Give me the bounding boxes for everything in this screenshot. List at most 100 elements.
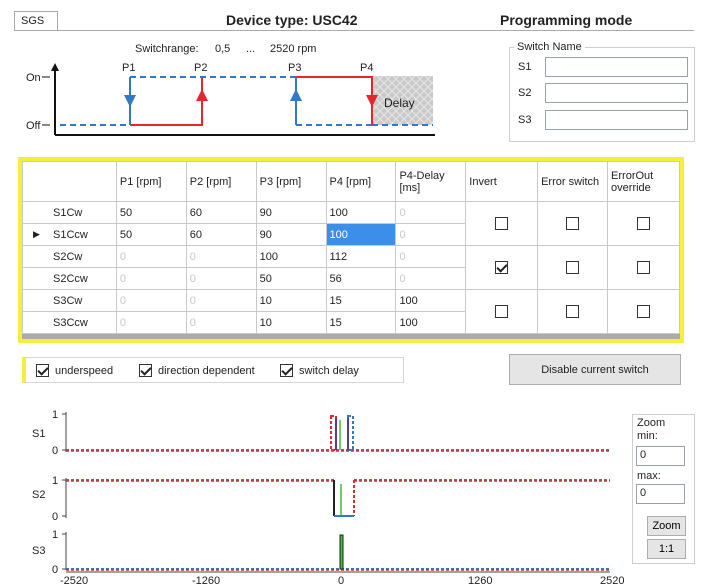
cell-p1[interactable]: 0 xyxy=(115,267,187,290)
col-header-error-switch[interactable]: Error switch xyxy=(537,161,609,202)
cell-p2[interactable]: 0 xyxy=(185,311,257,334)
col-header-invert[interactable]: Invert xyxy=(465,161,539,202)
table-row[interactable]: S1Cw 50 60 90 100 0 xyxy=(22,201,680,246)
table-row[interactable]: S3Cw 0 0 10 15 100 xyxy=(22,289,680,334)
row-header[interactable]: ▶ S1Ccw xyxy=(22,223,117,246)
zoom-max-label: max: xyxy=(637,470,661,482)
switchrange-min: 0,5 xyxy=(215,43,231,55)
zoom-reset-button[interactable]: 1:1 xyxy=(647,539,686,559)
error-switch-checkbox[interactable] xyxy=(566,217,580,230)
table-row[interactable]: S2Cw 0 0 100 112 0 xyxy=(22,245,680,290)
cell-p3[interactable]: 50 xyxy=(255,267,327,290)
col-header-p2[interactable]: P2 [rpm] xyxy=(185,161,257,202)
rise-red-line xyxy=(130,77,203,126)
row-header[interactable]: S2Ccw xyxy=(22,267,117,290)
errorout-override-checkbox[interactable] xyxy=(637,261,651,274)
zoom-min-label: min: xyxy=(637,430,658,442)
cell-errorout-override[interactable] xyxy=(607,245,680,290)
zoom-max-input[interactable]: 0 xyxy=(636,484,685,504)
cell-p1[interactable]: 0 xyxy=(115,289,187,312)
direction-dependent-option[interactable]: direction dependent xyxy=(139,364,255,377)
p2-label: P2 xyxy=(194,62,207,74)
col-header-p4[interactable]: P4 [rpm] xyxy=(325,161,397,202)
cell-p4[interactable]: 15 xyxy=(325,289,397,312)
cell-p3[interactable]: 90 xyxy=(255,223,327,246)
row-header[interactable]: S1Cw xyxy=(22,201,117,224)
cell-p3[interactable]: 100 xyxy=(255,245,327,268)
underspeed-checkbox[interactable] xyxy=(36,364,49,377)
cell-p1[interactable]: 0 xyxy=(115,245,187,268)
p3-label: P3 xyxy=(288,62,301,74)
zoom-button[interactable]: Zoom xyxy=(647,516,686,536)
cell-p2[interactable]: 60 xyxy=(185,201,257,224)
cell-p4-delay[interactable]: 100 xyxy=(395,311,467,334)
cell-p4[interactable]: 100 xyxy=(325,201,397,224)
direction-dependent-checkbox[interactable] xyxy=(139,364,152,377)
s2-name-input[interactable] xyxy=(545,83,688,103)
cell-error-switch[interactable] xyxy=(537,245,609,290)
p1-down-arrow xyxy=(124,95,136,107)
invert-checkbox[interactable] xyxy=(495,305,509,318)
col-header-p4-delay[interactable]: P4-Delay [ms] xyxy=(395,161,467,202)
switch-table-frame: P1 [rpm] P2 [rpm] P3 [rpm] P4 [rpm] P4-D… xyxy=(18,157,684,343)
errorout-override-checkbox[interactable] xyxy=(637,217,651,230)
switchrange-ellipsis: ... xyxy=(246,43,256,55)
cell-p2[interactable]: 0 xyxy=(185,245,257,268)
s1-name-input[interactable] xyxy=(545,57,688,77)
error-switch-checkbox[interactable] xyxy=(566,261,580,274)
cell-p4-delay[interactable]: 0 xyxy=(395,201,467,224)
plot-s1-ytick-1: 1 xyxy=(52,409,58,421)
x-tick-neg-1260: -1260 xyxy=(192,575,220,585)
cell-errorout-override[interactable] xyxy=(607,289,680,334)
row-header[interactable]: S3Ccw xyxy=(22,311,117,334)
cell-p3[interactable]: 10 xyxy=(255,289,327,312)
cell-p3[interactable]: 10 xyxy=(255,311,327,334)
row-header[interactable]: S2Cw xyxy=(22,245,117,268)
p4-label: P4 xyxy=(360,62,373,74)
cell-error-switch[interactable] xyxy=(537,201,609,246)
cell-error-switch[interactable] xyxy=(537,289,609,334)
row-header[interactable]: S3Cw xyxy=(22,289,117,312)
errorout-override-checkbox[interactable] xyxy=(637,305,651,318)
cell-invert[interactable] xyxy=(465,201,539,246)
cell-p4-delay[interactable]: 100 xyxy=(395,289,467,312)
cell-p4[interactable]: 56 xyxy=(325,267,397,290)
cell-p4[interactable]: 112 xyxy=(325,245,397,268)
switch-delay-option[interactable]: switch delay xyxy=(280,364,359,377)
error-switch-checkbox[interactable] xyxy=(566,305,580,318)
plot-s2-ytick-1: 1 xyxy=(52,475,58,487)
s3-name-input[interactable] xyxy=(545,110,688,130)
cell-p4-delay[interactable]: 0 xyxy=(395,245,467,268)
col-header-p3[interactable]: P3 [rpm] xyxy=(255,161,327,202)
cell-p2[interactable]: 0 xyxy=(185,289,257,312)
plot-s3-ytick-1: 1 xyxy=(52,529,58,541)
cell-p4-delay[interactable]: 0 xyxy=(395,223,467,246)
cell-p3[interactable]: 90 xyxy=(255,201,327,224)
cell-p1[interactable]: 50 xyxy=(115,223,187,246)
cell-p4[interactable]: 15 xyxy=(325,311,397,334)
switchrange-label: Switchrange: xyxy=(135,43,199,55)
cell-p2[interactable]: 60 xyxy=(185,223,257,246)
zoom-min-input[interactable]: 0 xyxy=(636,446,685,466)
cell-p4-selected[interactable]: 100 xyxy=(325,223,397,246)
cell-errorout-override[interactable] xyxy=(607,201,680,246)
tab-sgs[interactable]: SGS xyxy=(14,11,58,31)
invert-checkbox[interactable] xyxy=(495,261,509,274)
header-corner xyxy=(22,161,117,202)
x-tick-1260: 1260 xyxy=(468,575,492,585)
invert-checkbox[interactable] xyxy=(495,217,509,230)
y-axis-arrow xyxy=(51,63,59,71)
underspeed-option[interactable]: underspeed xyxy=(36,364,113,377)
device-type-title: Device type: USC42 xyxy=(226,12,358,28)
cell-p2[interactable]: 0 xyxy=(185,267,257,290)
disable-current-switch-button[interactable]: Disable current switch xyxy=(509,354,681,385)
col-header-p1[interactable]: P1 [rpm] xyxy=(115,161,187,202)
cell-p1[interactable]: 0 xyxy=(115,311,187,334)
col-header-errorout-override[interactable]: ErrorOut override xyxy=(607,161,680,202)
on-label: On xyxy=(26,72,41,84)
cell-invert[interactable] xyxy=(465,289,539,334)
cell-p1[interactable]: 50 xyxy=(115,201,187,224)
cell-invert[interactable] xyxy=(465,245,539,290)
cell-p4-delay[interactable]: 0 xyxy=(395,267,467,290)
switch-delay-checkbox[interactable] xyxy=(280,364,293,377)
